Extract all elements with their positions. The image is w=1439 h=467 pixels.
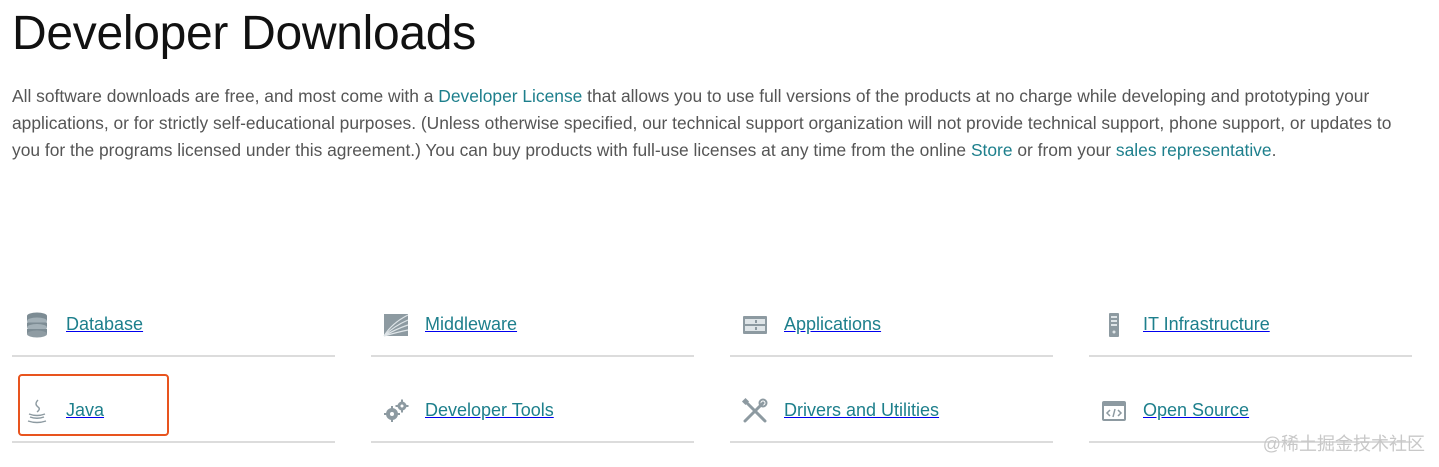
middleware-icon (381, 310, 411, 340)
intro-text: or from your (1012, 140, 1116, 160)
category-middleware[interactable]: Middleware (371, 294, 694, 357)
category-label: Applications (784, 314, 882, 334)
watermark: @稀土掘金技术社区 (1262, 434, 1425, 454)
store-link[interactable]: Store (971, 140, 1013, 160)
category-label: Developer Tools (425, 400, 554, 420)
category-label: IT Infrastructure (1143, 314, 1270, 334)
gears-icon (381, 396, 411, 426)
category-label: Drivers and Utilities (784, 400, 940, 420)
category-drivers-and-utilities[interactable]: Drivers and Utilities (730, 380, 1053, 443)
developer-license-link[interactable]: Developer License (438, 86, 582, 106)
tools-icon (740, 396, 770, 426)
intro-text: . (1271, 140, 1277, 160)
category-label: Database (66, 314, 144, 334)
intro-paragraph: All software downloads are free, and mos… (12, 83, 1422, 164)
intro-text: All software downloads are free, and mos… (12, 86, 439, 106)
category-database[interactable]: Database (12, 294, 335, 357)
category-label: Open Source (1143, 400, 1250, 420)
database-icon (22, 310, 52, 340)
category-label: Middleware (425, 314, 518, 334)
page-title: Developer Downloads (12, 7, 476, 60)
sales-representative-link[interactable]: sales representative (1116, 140, 1272, 160)
category-applications[interactable]: Applications (730, 294, 1053, 357)
category-java[interactable]: Java (12, 380, 335, 443)
code-window-icon (1099, 396, 1129, 426)
category-label: Java (66, 400, 105, 420)
java-cup-icon (22, 396, 52, 426)
server-icon (1099, 310, 1129, 340)
applications-icon (740, 310, 770, 340)
category-developer-tools[interactable]: Developer Tools (371, 380, 694, 443)
category-it-infrastructure[interactable]: IT Infrastructure (1089, 294, 1412, 357)
